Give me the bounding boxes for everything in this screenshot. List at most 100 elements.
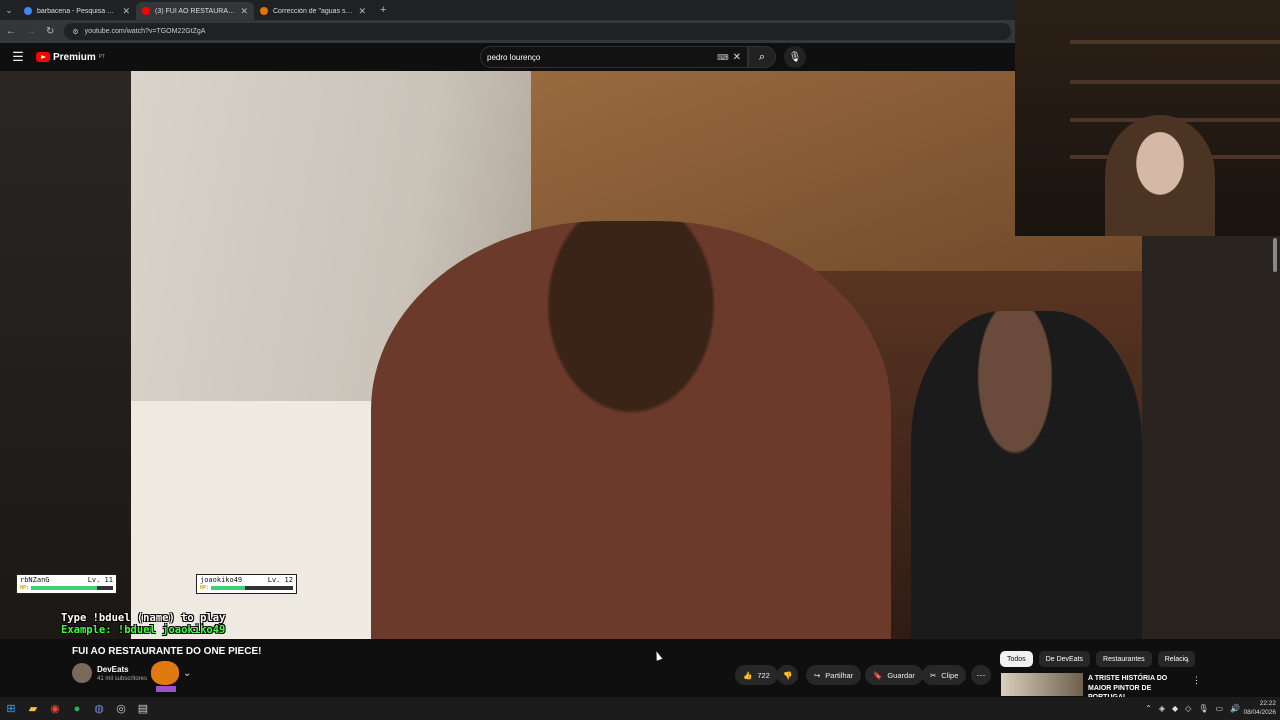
microphone-tray-icon[interactable]: 🎙 bbox=[1198, 704, 1208, 713]
share-button[interactable]: ↪ Partilhar bbox=[806, 665, 862, 685]
site-info-icon[interactable]: ⚙ bbox=[72, 28, 78, 36]
clip-label: Clipe bbox=[941, 670, 959, 680]
recommendation-chips: Todos De DevEats Restaurantes Relacio bbox=[1000, 651, 1196, 667]
hp-label: HP: bbox=[20, 585, 30, 591]
chip-from-channel[interactable]: De DevEats bbox=[1038, 651, 1091, 667]
page-favicon-icon bbox=[260, 7, 268, 15]
video-player[interactable] bbox=[131, 71, 1142, 639]
tray-app-icon[interactable]: ◇ bbox=[1185, 704, 1191, 713]
chevron-right-icon[interactable]: › bbox=[1186, 655, 1189, 665]
chevron-down-icon[interactable]: ⌄ bbox=[183, 668, 191, 679]
discord-icon[interactable]: ◍ bbox=[88, 698, 110, 720]
player-name: rbNZanG bbox=[20, 576, 50, 584]
tab-title: (3) FUI AO RESTAURANTE DO bbox=[155, 7, 235, 15]
logo-text: Premium bbox=[53, 51, 96, 63]
spotify-icon[interactable]: ● bbox=[66, 698, 88, 720]
forward-arrow-icon[interactable]: → bbox=[26, 26, 36, 37]
player-level: Lv. 12 bbox=[267, 576, 293, 584]
vertical-dots-icon[interactable]: ⋮ bbox=[1192, 675, 1201, 686]
system-clock[interactable]: 22:22 08/04/2026 bbox=[1243, 699, 1276, 717]
streamer-figure bbox=[1105, 115, 1215, 236]
obs-icon[interactable]: ◎ bbox=[110, 698, 132, 720]
like-button[interactable]: 👍 722 bbox=[735, 665, 778, 685]
channel-avatar[interactable] bbox=[72, 663, 92, 683]
region-code: PT bbox=[98, 54, 106, 60]
clock-date: 08/04/2026 bbox=[1243, 709, 1276, 716]
close-tab-icon[interactable]: ✕ bbox=[240, 6, 248, 17]
tray-app-icon[interactable]: ◈ bbox=[1159, 704, 1165, 713]
windows-start-icon[interactable]: ⊞ bbox=[0, 698, 22, 720]
microphone-icon: 🎙 bbox=[788, 51, 802, 63]
app-icon[interactable]: ▤ bbox=[132, 698, 154, 720]
video-title: FUI AO RESTAURANTE DO ONE PIECE! bbox=[72, 646, 262, 657]
chip-restaurants[interactable]: Restaurantes bbox=[1096, 651, 1152, 667]
hp-bar bbox=[31, 586, 113, 590]
chip-related[interactable]: Relacio bbox=[1157, 651, 1196, 667]
hp-fill bbox=[31, 586, 97, 590]
address-bar-row: ← → ↻ ⚙ youtube.com/watch?v=TGOM22GtZgA bbox=[0, 20, 1015, 43]
reload-icon[interactable]: ↻ bbox=[46, 26, 54, 37]
recommended-thumbnail[interactable] bbox=[1001, 673, 1083, 696]
pumpkin-sticker bbox=[151, 661, 179, 685]
clear-search-icon[interactable]: ✕ bbox=[733, 52, 741, 63]
tray-app-icon[interactable]: ◆ bbox=[1172, 704, 1178, 713]
more-actions-button[interactable]: ⋯ bbox=[971, 665, 991, 685]
url-field[interactable]: ⚙ youtube.com/watch?v=TGOM22GtZgA bbox=[64, 23, 1011, 40]
share-icon: ↪ bbox=[814, 670, 821, 680]
youtube-header: ☰ Premium PT pedro lourenço ⌨ ✕ ⌕ 🎙 bbox=[0, 43, 1015, 71]
player-level: Lv. 11 bbox=[87, 576, 113, 584]
youtube-premium-logo[interactable]: Premium PT bbox=[36, 52, 105, 63]
close-tab-icon[interactable]: ✕ bbox=[122, 6, 130, 17]
chip-all[interactable]: Todos bbox=[1000, 651, 1033, 667]
network-icon[interactable]: ▭ bbox=[1215, 704, 1223, 713]
video-side-area bbox=[0, 71, 131, 639]
close-tab-icon[interactable]: ✕ bbox=[358, 6, 366, 17]
tab-title: Corrección de "aguas saborizadas" bbox=[273, 7, 354, 15]
bookshelf bbox=[1070, 40, 1280, 44]
chrome-icon[interactable]: ◉ bbox=[44, 698, 66, 720]
browser-tab[interactable]: Corrección de "aguas saborizadas" ✕ bbox=[254, 2, 372, 20]
browser-tab-bar: ⌄ barbacena - Pesquisa Google ✕ (3) FUI … bbox=[0, 0, 1015, 20]
duel-instruction: Type !bduel (name) to play bbox=[61, 612, 226, 624]
search-input[interactable]: pedro lourenço ⌨ ✕ bbox=[480, 46, 748, 68]
bookshelf bbox=[1070, 80, 1280, 84]
ellipsis-icon: ⋯ bbox=[976, 669, 986, 680]
subscriber-count: 41 mil subscritores bbox=[97, 676, 148, 682]
voice-search-button[interactable]: 🎙 bbox=[784, 46, 806, 68]
duel-example: Example: !bduel joaokiko49 bbox=[61, 624, 226, 636]
save-button[interactable]: 🔖 Guardar bbox=[865, 665, 923, 685]
back-arrow-icon[interactable]: ← bbox=[6, 26, 16, 37]
new-tab-plus-icon[interactable]: + bbox=[380, 4, 386, 16]
browser-tab-active[interactable]: (3) FUI AO RESTAURANTE DO ✕ bbox=[136, 2, 254, 20]
browser-tab[interactable]: barbacena - Pesquisa Google ✕ bbox=[18, 2, 136, 20]
file-explorer-icon[interactable]: ▰ bbox=[22, 698, 44, 720]
bookmark-icon: 🔖 bbox=[873, 670, 883, 680]
clip-button[interactable]: ✂ Clipe bbox=[922, 665, 967, 685]
tab-title: barbacena - Pesquisa Google bbox=[37, 7, 117, 15]
volume-icon[interactable]: 🔊 bbox=[1230, 704, 1240, 713]
chevron-up-icon[interactable]: ⌃ bbox=[1145, 704, 1152, 713]
video-frame-person bbox=[371, 221, 891, 639]
player-card: joaokiko49 Lv. 12 HP: bbox=[196, 574, 297, 594]
video-side-area-right bbox=[1142, 236, 1280, 639]
thumbs-up-icon: 👍 bbox=[743, 670, 753, 680]
thumbs-down-icon: 👎 bbox=[783, 670, 793, 680]
page-scrollbar[interactable] bbox=[1273, 238, 1277, 272]
menu-icon[interactable]: ☰ bbox=[0, 49, 36, 65]
search-button[interactable]: ⌕ bbox=[748, 46, 776, 68]
scissors-icon: ✂ bbox=[930, 670, 937, 680]
url-text: youtube.com/watch?v=TGOM22GtZgA bbox=[84, 28, 206, 35]
share-label: Partilhar bbox=[825, 670, 854, 680]
hp-bar bbox=[211, 586, 293, 590]
windows-taskbar: ⊞ ▰ ◉ ● ◍ ◎ ▤ ⌃ ◈ ◆ ◇ 🎙 ▭ 🔊 22:22 08/04/… bbox=[0, 697, 1280, 720]
hp-fill bbox=[211, 586, 246, 590]
youtube-play-icon bbox=[36, 52, 50, 62]
player-name: joaokiko49 bbox=[200, 576, 243, 584]
sticker-base bbox=[156, 686, 176, 692]
youtube-favicon-icon bbox=[142, 7, 150, 15]
dislike-button[interactable]: 👎 bbox=[777, 665, 799, 685]
streamer-webcam bbox=[1015, 0, 1280, 236]
channel-name[interactable]: DevEats bbox=[97, 665, 129, 674]
keyboard-icon[interactable]: ⌨ bbox=[717, 53, 729, 62]
tab-search-chevron-icon[interactable]: ⌄ bbox=[0, 0, 18, 20]
